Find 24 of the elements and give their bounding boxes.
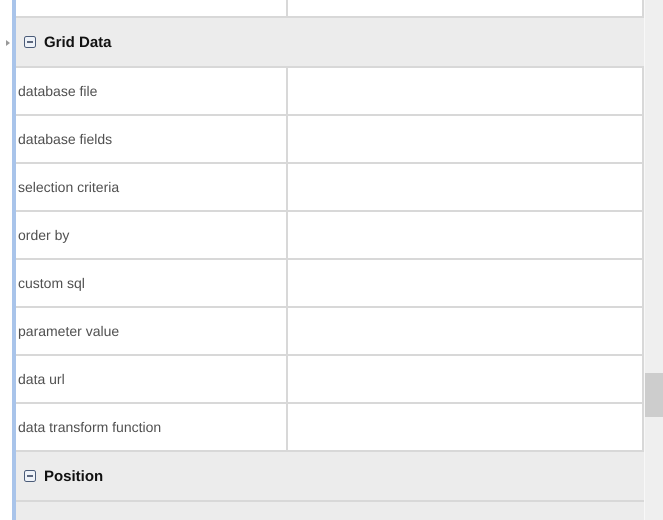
property-value-field[interactable] bbox=[288, 116, 644, 162]
property-name: selection criteria bbox=[16, 164, 288, 210]
property-value-field[interactable] bbox=[288, 260, 644, 306]
splitter-arrow-icon bbox=[6, 40, 10, 46]
property-value-field[interactable] bbox=[288, 356, 644, 402]
property-value-field[interactable] bbox=[288, 404, 644, 450]
property-name: database file bbox=[16, 68, 288, 114]
property-name: data transform function bbox=[16, 404, 288, 450]
property-name: database fields bbox=[16, 116, 288, 162]
section-title: Position bbox=[44, 468, 104, 484]
section-title: Grid Data bbox=[44, 34, 112, 50]
property-value-field[interactable] bbox=[288, 0, 644, 16]
property-name: order by bbox=[16, 212, 288, 258]
property-name: data url bbox=[16, 356, 288, 402]
collapse-icon[interactable] bbox=[24, 470, 36, 482]
property-value-field[interactable] bbox=[288, 212, 644, 258]
property-value-field[interactable] bbox=[288, 308, 644, 354]
scrollbar-track[interactable] bbox=[644, 0, 663, 520]
property-value-field[interactable] bbox=[288, 164, 644, 210]
property-name: parameter value bbox=[16, 308, 288, 354]
scrollbar-thumb[interactable] bbox=[645, 373, 663, 417]
collapse-icon[interactable] bbox=[24, 36, 36, 48]
property-value-field[interactable] bbox=[288, 68, 644, 114]
property-name: custom sql bbox=[16, 260, 288, 306]
